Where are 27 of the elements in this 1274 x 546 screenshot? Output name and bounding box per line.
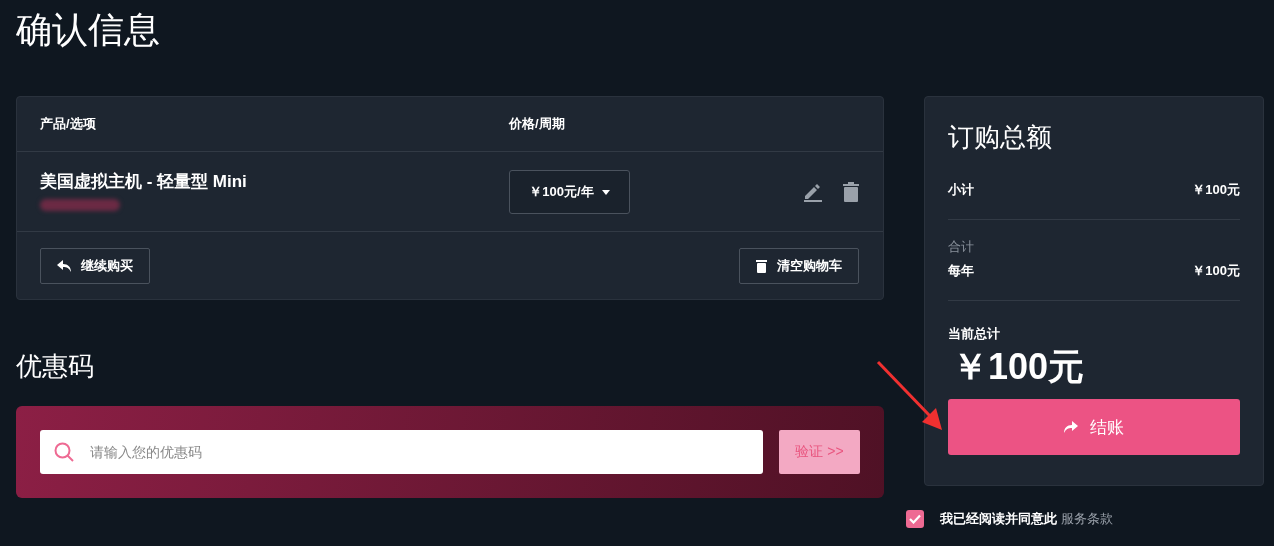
billing-cycle-dropdown[interactable]: ￥100元/年 [509, 170, 630, 214]
reply-icon [57, 260, 71, 272]
clear-cart-button[interactable]: 清空购物车 [739, 248, 859, 284]
caret-icon [601, 189, 610, 195]
product-name: 美国虚拟主机 - 轻量型 Mini [40, 171, 248, 193]
share-arrow-icon [1064, 421, 1078, 433]
column-header: 价格/周期 [509, 115, 565, 133]
current-total-label: 当前总计 [948, 325, 1001, 343]
summary-title: 订购总额 [948, 121, 1053, 153]
search-icon [54, 442, 74, 462]
page-title: 确认信息 [15, 8, 161, 52]
continue-shopping-button[interactable]: 继续购买 [40, 248, 150, 284]
total-label: 合计 [948, 238, 975, 256]
edit-icon[interactable] [803, 182, 823, 202]
section-heading: 优惠码 [16, 350, 95, 383]
agreement-text: 我已经阅读并同意此 服务条款 [940, 510, 1113, 528]
coupon-input-field[interactable]: 请输入您的优惠码 [40, 430, 763, 474]
current-total: ￥100元 [952, 345, 1086, 389]
column-header: 产品/选项 [40, 116, 96, 131]
trash-icon [756, 259, 767, 273]
period-total: ￥100元 [1192, 262, 1240, 280]
agreement-checkbox[interactable] [906, 510, 924, 528]
trash-icon[interactable] [843, 182, 859, 202]
subtotal-value: ￥100元 [1192, 181, 1240, 199]
subtotal-label: 小计 [948, 181, 974, 199]
terms-link[interactable]: 服务条款 [1060, 511, 1113, 526]
period-label: 每年 [948, 262, 974, 280]
